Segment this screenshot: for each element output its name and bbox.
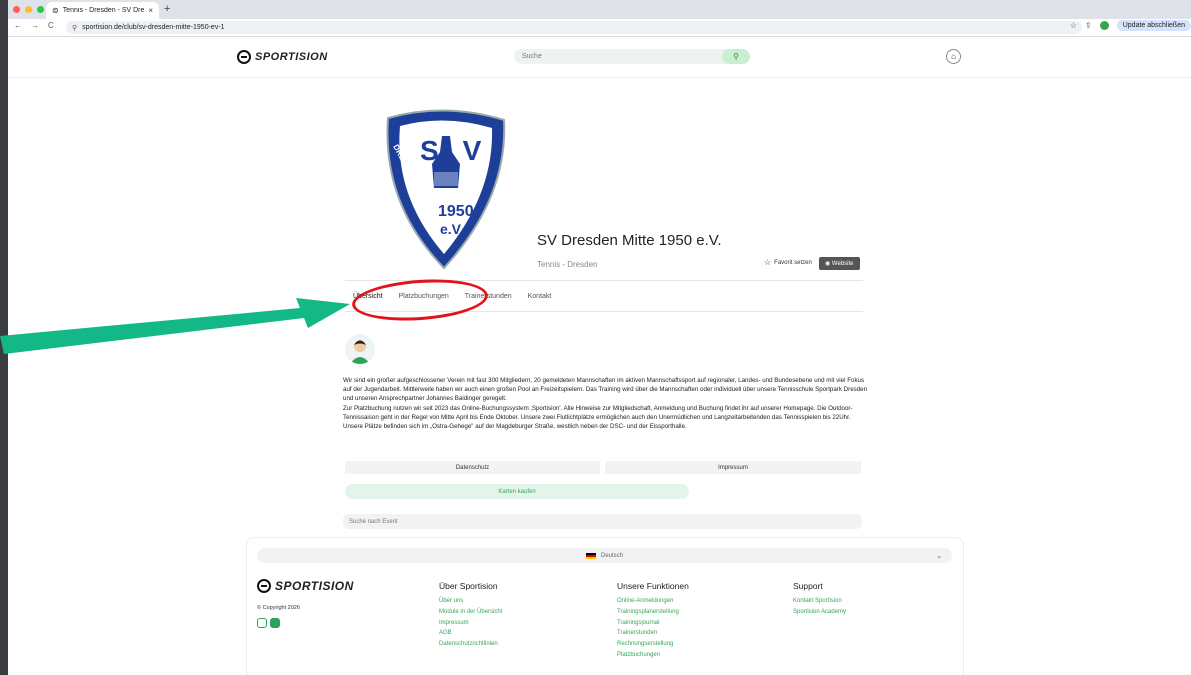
favorite-button[interactable]: ☆ Favorit setzen — [764, 258, 812, 267]
highlight-ring-annotation — [350, 275, 490, 325]
forward-icon[interactable]: → — [31, 21, 39, 30]
description-paragraph: Wir sind ein großer aufgeschlossener Ver… — [343, 377, 868, 403]
back-icon[interactable]: ← — [14, 21, 22, 30]
favorite-label: Favorit setzen — [774, 259, 812, 266]
window-controls — [13, 6, 44, 13]
favicon-icon: ⊜ — [52, 6, 59, 15]
datenschutz-link[interactable]: Datenschutz — [345, 461, 600, 474]
minimize-window-button[interactable] — [25, 6, 32, 13]
event-search-input[interactable]: Suche nach Event — [343, 514, 862, 529]
search-icon: ⚲ — [733, 52, 739, 61]
crest-year: 1950 — [438, 203, 474, 220]
german-flag-icon — [585, 552, 596, 559]
tab-close-icon[interactable]: × — [148, 6, 153, 15]
footer-link[interactable]: Trainingsplanerstellung — [617, 607, 689, 618]
footer-link[interactable]: Impressum — [439, 618, 502, 629]
footer-link[interactable]: Rechnungserstellung — [617, 639, 689, 650]
close-window-button[interactable] — [13, 6, 20, 13]
footer-link[interactable]: Sportision Academy — [793, 607, 846, 618]
crest-ev: e.V. — [440, 221, 464, 237]
url-field[interactable]: ⚲ sportision.de/club/sv-dresden-mitte-19… — [66, 21, 1082, 34]
language-select[interactable]: Deutsch ⌄ — [257, 548, 952, 563]
sportision-logo-icon — [257, 579, 271, 593]
impressum-link[interactable]: Impressum — [605, 461, 861, 474]
language-label: Deutsch — [600, 552, 623, 559]
description-paragraph: Zur Platzbuchung nutzen wir seit 2023 da… — [343, 404, 853, 421]
brand-text: SPORTISION — [275, 579, 354, 593]
footer-link[interactable]: Kontakt Sportision — [793, 596, 846, 607]
search-input[interactable]: Suche ⚲ — [514, 49, 750, 64]
footer-column-support: Support Kontakt Sportision Sportision Ac… — [793, 581, 846, 618]
bookmark-star-icon[interactable]: ☆ — [1070, 21, 1077, 30]
site-settings-icon[interactable]: ⚲ — [72, 24, 77, 32]
footer-column-functions: Unsere Funktionen Online-Anmeldungen Tra… — [617, 581, 689, 661]
browser-tab[interactable]: ⊜ Tennis - Dresden - SV Dresde × — [46, 2, 159, 19]
brand-text: SPORTISION — [255, 51, 328, 63]
address-bar-row: ← → C ⚲ sportision.de/club/sv-dresden-mi… — [8, 19, 1191, 37]
profile-avatar[interactable] — [1099, 21, 1109, 30]
zoom-window-button[interactable] — [37, 6, 44, 13]
globe-icon: ◉ — [825, 261, 831, 267]
site-footer: Deutsch ⌄ SPORTISION © Copyright 2026 Üb… — [246, 537, 964, 675]
chevron-down-icon: ⌄ — [936, 552, 942, 560]
footer-link[interactable]: Trainingsjournal — [617, 618, 689, 629]
club-crest: SV 1950 e.V. DRESDEN MITTE — [386, 109, 506, 270]
home-button[interactable]: ⌂ — [946, 49, 961, 64]
tab-kontakt[interactable]: Kontakt — [528, 293, 552, 300]
instagram-icon[interactable] — [257, 618, 267, 628]
sportision-logo-icon — [237, 50, 251, 64]
copyright-text: © Copyright 2026 — [257, 605, 300, 611]
description-paragraph: Unsere Plätze befinden sich im „Ostra-Ge… — [343, 423, 687, 431]
club-subtitle: Tennis - Dresden — [537, 260, 598, 269]
club-name: SV Dresden Mitte 1950 e.V. — [537, 232, 722, 249]
footer-link[interactable]: Platzbuchungen — [617, 650, 689, 661]
footer-column-title: Unsere Funktionen — [617, 581, 689, 591]
footer-link[interactable]: Trainerstunden — [617, 628, 689, 639]
youtube-icon[interactable] — [270, 618, 280, 628]
footer-column-about: Über Sportision Über uns Module in der Ü… — [439, 581, 502, 650]
url-text: sportision.de/club/sv-dresden-mitte-1950… — [82, 24, 225, 31]
footer-logo[interactable]: SPORTISION — [257, 579, 354, 593]
crest-letters: SV — [420, 135, 505, 166]
share-icon[interactable]: ⇪ — [1085, 21, 1092, 30]
footer-link[interactable]: Datenschutzrichtlinien — [439, 639, 502, 650]
footer-column-title: Support — [793, 581, 823, 591]
annotation-arrow — [0, 298, 350, 354]
reload-icon[interactable]: C — [48, 21, 54, 30]
tab-title: Tennis - Dresden - SV Dresde — [62, 7, 145, 14]
social-links — [257, 618, 280, 628]
buy-tickets-button[interactable]: Karten kaufen — [345, 484, 689, 499]
footer-link[interactable]: Online-Anmeldungen — [617, 596, 689, 607]
new-tab-button[interactable]: + — [164, 3, 170, 15]
update-button[interactable]: Update abschließen — [1116, 20, 1191, 31]
website-button[interactable]: ◉ Website — [819, 257, 860, 270]
sportision-logo[interactable]: SPORTISION — [237, 50, 328, 64]
club-description: Wir sind ein großer aufgeschlossener Ver… — [343, 376, 873, 431]
website-label: Website — [831, 261, 854, 267]
home-icon: ⌂ — [951, 52, 956, 61]
search-button[interactable]: ⚲ — [722, 49, 750, 64]
footer-link[interactable]: AGB — [439, 628, 502, 639]
footer-link[interactable]: Module in der Übersicht — [439, 607, 502, 618]
footer-column-title: Über Sportision — [439, 581, 498, 591]
star-icon: ☆ — [764, 258, 772, 267]
search-placeholder: Suche — [522, 53, 542, 60]
site-header: SPORTISION Suche ⚲ ⌂ — [8, 37, 1191, 78]
footer-link[interactable]: Über uns — [439, 596, 502, 607]
tab-bar: ⊜ Tennis - Dresden - SV Dresde × + — [8, 0, 1191, 19]
